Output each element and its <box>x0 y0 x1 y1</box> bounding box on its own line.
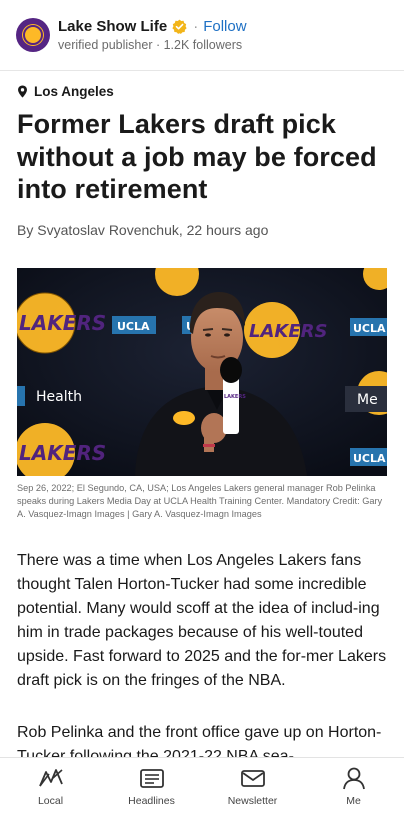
publisher-logo[interactable] <box>16 18 50 52</box>
separator-dot: · <box>193 18 199 35</box>
publisher-subtitle: verified publisher · 1.2K followers <box>58 38 243 52</box>
location-tag[interactable]: Los Angeles <box>17 84 114 99</box>
backdrop-ucla-text: UCLA <box>117 320 150 333</box>
backdrop-lakers-text: LAKERS <box>19 441 106 465</box>
article-body: There was a time when Los Angeles Lakers… <box>17 549 389 717</box>
backdrop-health-text: Health <box>36 389 82 405</box>
article-paragraph: There was a time when Los Angeles Lakers… <box>17 552 387 689</box>
local-map-icon <box>38 769 63 787</box>
backdrop-lakers-text: LAKERS <box>19 311 106 335</box>
follow-button[interactable]: Follow <box>203 18 246 35</box>
image-caption: Sep 26, 2022; El Segundo, CA, USA; Los A… <box>17 483 383 519</box>
backdrop-ucla-text: UCLA <box>353 322 386 335</box>
nav-me[interactable]: Me <box>314 764 394 807</box>
headlines-icon <box>139 769 164 788</box>
basketball-icon <box>23 25 43 45</box>
backdrop-me-text: Me <box>357 392 378 408</box>
publisher-header: Lake Show Life · Follow verified publish… <box>0 0 404 70</box>
article-byline: By Svyatoslav Rovenchuk, 22 hours ago <box>17 222 269 238</box>
mic-flag-text: LAKERS <box>224 394 246 400</box>
publisher-info: Lake Show Life · Follow verified publish… <box>58 18 247 52</box>
nav-local[interactable]: Local <box>11 764 91 807</box>
publisher-name[interactable]: Lake Show Life <box>58 18 167 35</box>
location-pin-icon <box>18 85 27 98</box>
bottom-navigation: Local Headlines Newsletter Me <box>0 757 404 813</box>
hero-image[interactable]: LAKERS LAKERS LAKERS UCLA UCLA UCLA UCLA… <box>17 268 387 476</box>
nav-label-me: Me <box>346 795 361 807</box>
nav-newsletter[interactable]: Newsletter <box>213 764 293 807</box>
verified-badge-icon <box>172 19 187 34</box>
newsletter-icon <box>240 770 265 787</box>
nav-label-local: Local <box>37 795 64 807</box>
nav-headlines[interactable]: Headlines <box>112 764 192 807</box>
backdrop-lakers-text: LAKERS <box>249 321 327 342</box>
location-label: Los Angeles <box>34 84 114 99</box>
profile-icon <box>342 767 365 790</box>
backdrop-ucla-text: UCLA <box>353 452 386 465</box>
article-title: Former Lakers draft pick without a job m… <box>17 109 377 204</box>
nav-label-headlines: Headlines <box>128 795 175 807</box>
header-divider <box>0 70 404 71</box>
nav-label-newsletter: Newsletter <box>227 795 278 807</box>
